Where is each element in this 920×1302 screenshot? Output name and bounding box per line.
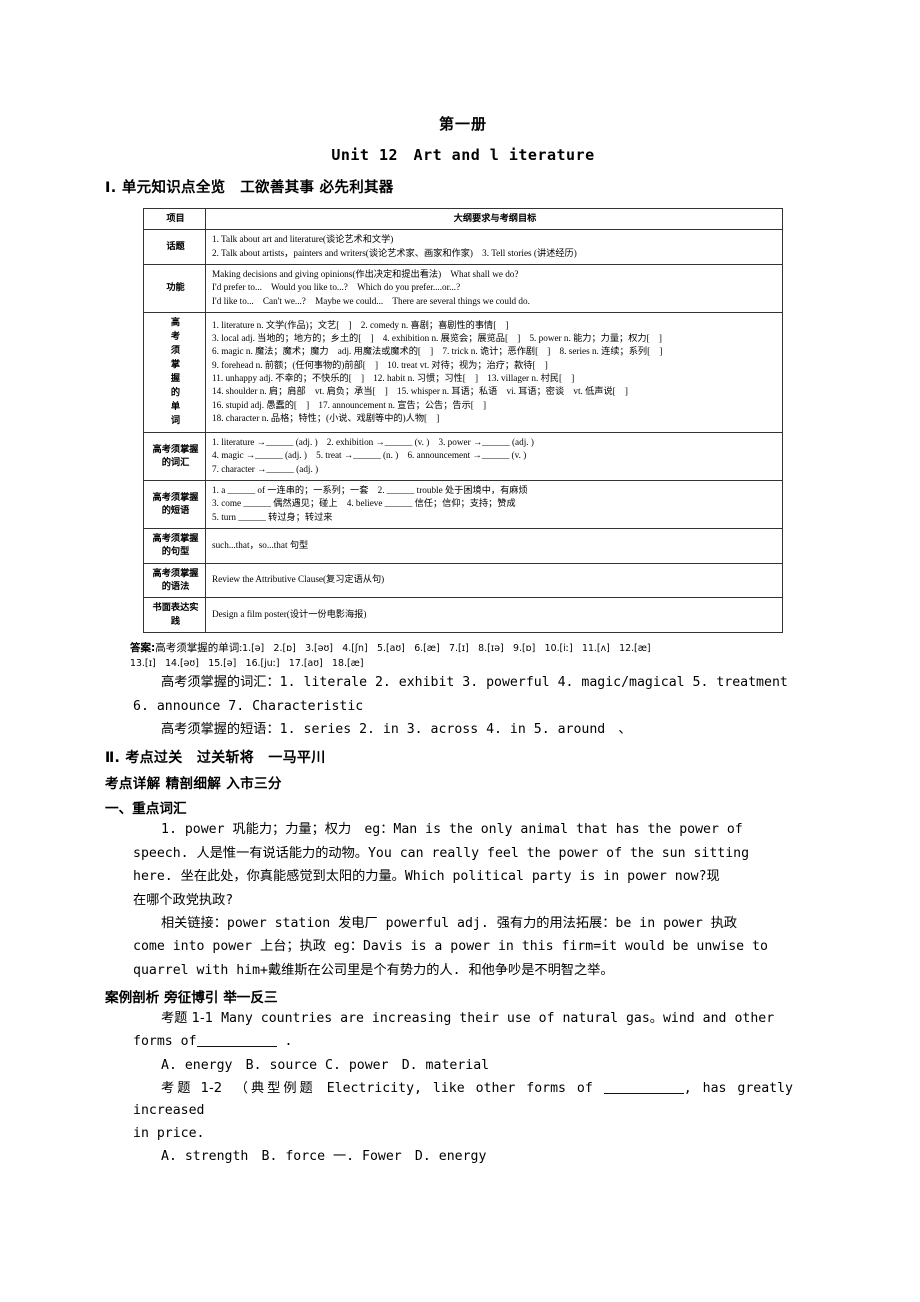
question-1-2-label: 考题 1-2	[161, 1081, 223, 1097]
row-line: 16. stupid adj. 愚蠢的[ ] 17. announcement …	[212, 399, 487, 410]
row-line: 3. come ______ 偶然遇见；碰上 4. believe ______…	[212, 498, 516, 509]
question-1-1-label: 考题 1-1	[161, 1011, 214, 1027]
vertical-char: 词	[170, 414, 181, 426]
row-line: 1. a ______ of 一连串的；一系列；一套 2. ______ tro…	[212, 484, 528, 495]
table-row: 高 考 须 掌 握 的 单 词 1. literature n. 文学(作品)；…	[143, 312, 783, 433]
row-content-writing: Design a film poster(设计一份电影海报)	[205, 597, 783, 634]
vocab-answers-line-2: 6. announce 7. Characteristic	[133, 698, 364, 714]
related-link-line-3: quarrel with him+戴维斯在公司里是个有势力的人. 和他争吵是不明…	[133, 962, 614, 978]
row-label-phrases: 高考须掌握的短语	[143, 479, 206, 530]
answer-blank	[196, 1033, 277, 1048]
row-content-function: Making decisions and giving opinions(作出决…	[205, 264, 783, 314]
related-link-line-1: 相关链接：power station 发电厂 powerful adj. 强有力…	[161, 915, 738, 931]
row-line: I'd prefer to... Would you like to...? W…	[212, 282, 461, 293]
row-label-words: 高 考 须 掌 握 的 单 词	[143, 312, 206, 433]
knowledge-table: 项目 大纲要求与考纲目标 话题 1. Talk about art and li…	[143, 207, 783, 634]
row-label-writing: 书面表达实践	[143, 597, 206, 634]
row-line: Making decisions and giving opinions(作出决…	[212, 269, 519, 280]
question-1-1-options: A. energy B. source C. power D. material	[161, 1057, 490, 1073]
row-line: 9. forehead n. 前额；(任何事物的)前部[ ] 10. treat…	[212, 359, 548, 370]
row-label-vocabulary: 高考须掌握的词汇	[143, 431, 206, 481]
row-line: 3. local adj. 当地的；地方的；乡土的[ ] 4. exhibiti…	[212, 332, 662, 343]
topic-heading-vocabulary: 一、重点词汇	[105, 801, 187, 818]
vertical-label: 高 考 须 掌 握 的 单 词	[150, 316, 201, 428]
table-row: 高考须掌握的词汇 1. literature →______ (adj. ) 2…	[143, 431, 783, 481]
question-1-2-text-pre: （典型例题 Electricity, like other forms of	[241, 1081, 593, 1097]
row-line: I'd like to... Can't we...? Maybe we cou…	[212, 295, 530, 306]
answers-lead: 答案:	[130, 642, 156, 655]
row-line: 1. Talk about art and literature(谈论艺术和文学…	[212, 234, 394, 245]
related-link-line-2: come into power 上台；执政 eg：Davis is a powe…	[133, 939, 768, 955]
row-content-sentence-patterns: such...that，so...that 句型	[205, 528, 783, 564]
section-2-sub-heading: 考点详解 精剖细解 入市三分	[105, 776, 282, 793]
row-line: such...that，so...that 句型	[212, 539, 309, 550]
question-1-2-line-1: 考题 1-2 （典型例题 Electricity, like other for…	[133, 1078, 793, 1121]
table-row: 高考须掌握的句型 such...that，so...that 句型	[143, 528, 783, 564]
vertical-char: 考	[170, 331, 181, 343]
row-line: 6. magic n. 魔法；魔术；魔力 adj. 用魔法或魔术的[ ] 7. …	[212, 346, 663, 357]
unit-title: Unit 12 Art and l iterature	[331, 146, 595, 164]
row-content-words: 1. literature n. 文学(作品)；文艺[ ] 2. comedy …	[205, 312, 783, 433]
table-header-row: 项目 大纲要求与考纲目标	[143, 207, 783, 231]
question-1-2-line-2: in price.	[133, 1125, 205, 1141]
vertical-char: 高	[170, 317, 181, 329]
question-1-1-text-post: .	[284, 1034, 293, 1050]
answers-ipa-line-1: 1.[ə] 2.[ɒ] 3.[əʊ] 4.[ʃn] 5.[aʊ] 6.[æ] 7…	[242, 643, 651, 655]
vertical-char: 握	[170, 373, 181, 384]
vertical-char: 须	[170, 345, 181, 357]
row-content-vocabulary: 1. literature →______ (adj. ) 2. exhibit…	[205, 431, 783, 481]
answers-line-1: 答案:高考须掌握的单词:1.[ə] 2.[ɒ] 3.[əʊ] 4.[ʃn] 5.…	[130, 641, 793, 657]
table-col1-header: 项目	[143, 207, 206, 231]
row-line: 14. shoulder n. 肩；肩部 vt. 肩负；承当[ ] 15. wh…	[212, 386, 628, 397]
table-row: 话题 1. Talk about art and literature(谈论艺术…	[143, 229, 783, 266]
phrase-answers-line: 高考须掌握的短语：1. series 2. in 3. across 4. in…	[161, 722, 632, 738]
row-line: 5. turn ______ 转过身；转过来	[212, 511, 333, 522]
vertical-char: 的	[170, 386, 181, 398]
row-content-topic: 1. Talk about art and literature(谈论艺术和文学…	[205, 229, 783, 266]
row-line: 1. literature →______ (adj. ) 2. exhibit…	[212, 436, 534, 447]
row-line: Review the Attributive Clause(复习定语从句)	[212, 574, 385, 585]
case-analysis-heading: 案例剖析 旁征博引 举一反三	[105, 990, 278, 1007]
row-line: 2. Talk about artists，painters and write…	[212, 247, 577, 258]
answers-ipa-line-2: 13.[ɪ] 14.[əʊ] 15.[ə] 16.[juː] 17.[aʊ] 1…	[130, 657, 364, 669]
table-row: 高考须掌握的短语 1. a ______ of 一连串的；一系列；一套 2. _…	[143, 479, 783, 530]
row-line: 4. magic →______ (adj. ) 5. treat →_____…	[212, 450, 527, 461]
row-content-grammar: Review the Attributive Clause(复习定语从句)	[205, 562, 783, 599]
row-line: 18. character n. 品格；特性；(小说、戏剧等中的)人物[ ]	[212, 413, 440, 424]
row-line: 1. literature n. 文学(作品)；文艺[ ] 2. comedy …	[212, 319, 509, 330]
section-1-heading: Ⅰ. 单元知识点全览 工欲善其事 必先利其器	[105, 180, 394, 196]
answers-words-label: 高考须掌握的单词:	[155, 643, 243, 655]
row-line: Design a film poster(设计一份电影海报)	[212, 609, 367, 620]
answers-block: 答案:高考须掌握的单词:1.[ə] 2.[ɒ] 3.[əʊ] 4.[ʃn] 5.…	[130, 641, 793, 670]
page-content: 第一册 Unit 12 Art and l iterature Ⅰ. 单元知识点…	[105, 0, 793, 1168]
section-2-heading: Ⅱ. 考点过关 过关斩将 一马平川	[105, 750, 326, 767]
book-title: 第一册	[438, 115, 487, 133]
row-label-topic: 话题	[143, 229, 206, 266]
vocab-answers-line-1: 高考须掌握的词汇：1. literale 2. exhibit 3. power…	[161, 675, 788, 691]
vertical-char: 掌	[170, 359, 181, 371]
answer-blank	[603, 1080, 684, 1095]
power-entry-line-1: 1. power 巩能力；力量；权力 eg：Man is the only an…	[161, 822, 743, 838]
row-label-sentence-patterns: 高考须掌握的句型	[143, 528, 206, 564]
question-1-2-options: A. strength B. force 一. Fower D. energy	[161, 1149, 487, 1165]
document-page: 第一册 Unit 12 Art and l iterature Ⅰ. 单元知识点…	[0, 0, 920, 1302]
row-content-phrases: 1. a ______ of 一连串的；一系列；一套 2. ______ tro…	[205, 479, 783, 530]
table-row: 书面表达实践 Design a film poster(设计一份电影海报)	[143, 597, 783, 634]
question-1-1-line-2: forms of .	[133, 1031, 793, 1052]
row-line: 7. character →______ (adj. )	[212, 463, 319, 474]
row-label-grammar: 高考须掌握的语法	[143, 562, 206, 599]
power-entry-line-2: speech. 人是惟一有说话能力的动物。You can really feel…	[133, 845, 750, 861]
question-1-1-line-1: 考题 1-1 Many countries are increasing the…	[133, 1008, 793, 1029]
question-1-1-text-pre: forms of	[133, 1034, 197, 1050]
table-row: 功能 Making decisions and giving opinions(…	[143, 264, 783, 314]
power-entry-line-3: here. 坐在此处，你真能感觉到太阳的力量。Which political p…	[133, 869, 720, 885]
power-entry-line-4: 在哪个政党执政?	[133, 892, 234, 908]
vertical-char: 单	[170, 400, 181, 412]
table-col2-header: 大纲要求与考纲目标	[205, 207, 783, 231]
row-label-function: 功能	[143, 264, 206, 314]
row-line: 11. unhappy adj. 不幸的；不快乐的[ ] 12. habit n…	[212, 373, 575, 383]
question-1-1-text: Many countries are increasing their use …	[221, 1011, 775, 1027]
table-row: 高考须掌握的语法 Review the Attributive Clause(复…	[143, 562, 783, 599]
